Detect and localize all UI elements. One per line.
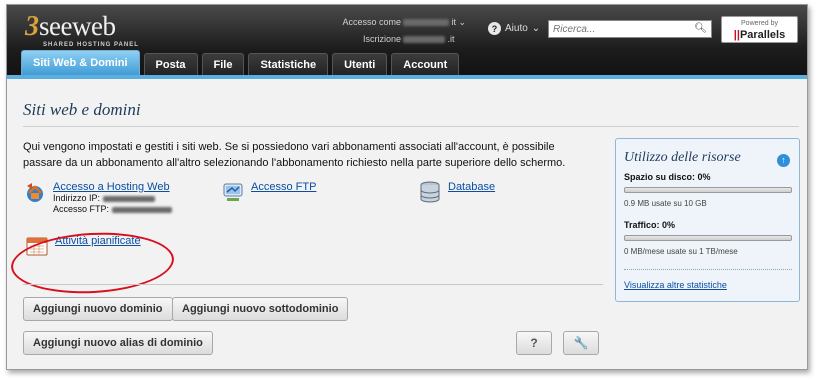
account-values: it ⌄ .it: [403, 14, 466, 48]
account-value-suffix: it: [451, 17, 457, 27]
registration-value-suffix: .it: [447, 34, 455, 44]
registration-label: Iscrizione: [362, 34, 401, 44]
help-icon: ?: [488, 22, 501, 35]
application-window: 3seeweb SHARED HOSTING PANEL Accesso com…: [6, 4, 808, 370]
traffic-label: Traffico: 0%: [624, 220, 676, 230]
disk-space-label: Spazio su disco: 0%: [624, 172, 711, 182]
database-icon: [420, 181, 440, 203]
disk-usage-text: 0.9 MB usate su 10 GB: [624, 199, 707, 208]
ftp-access-link[interactable]: Accesso FTP: [251, 181, 316, 203]
traffic-usage-text: 0 MB/mese usate su 1 TB/mese: [624, 247, 738, 256]
parallels-logo: ||Parallels: [733, 29, 786, 41]
search-icon[interactable]: 🔍︎: [694, 23, 707, 34]
info-icon[interactable]: ↑: [777, 154, 790, 167]
database-item: Database: [418, 181, 495, 203]
help-button[interactable]: ?: [516, 331, 552, 355]
tab-account[interactable]: Account: [391, 53, 460, 76]
search-box: 🔍︎: [548, 20, 712, 38]
add-subdomain-button[interactable]: Aggiungi nuovo sottodominio: [172, 297, 349, 321]
resource-divider: [624, 269, 792, 270]
logo-mark: 3: [25, 11, 39, 42]
parallels-label: Parallels: [739, 29, 786, 41]
tools-button[interactable]: 🔧: [563, 331, 599, 355]
tab-mail[interactable]: Posta: [143, 53, 198, 76]
hosting-access-link[interactable]: Accesso a Hosting Web: [53, 181, 172, 193]
ftp-access-item: Accesso FTP: [221, 181, 316, 203]
add-domain-button[interactable]: Aggiungi nuovo dominio: [23, 297, 173, 321]
tab-websites-domains[interactable]: Siti Web & Domini: [21, 50, 140, 76]
database-link[interactable]: Database: [448, 181, 495, 203]
title-divider: [23, 126, 799, 127]
more-statistics-link[interactable]: Visualizza altre statistiche: [624, 280, 727, 290]
page-title: Siti web e domini: [23, 100, 141, 119]
wrench-icon: 🔧: [573, 336, 589, 350]
chevron-down-icon: ⌄: [531, 23, 541, 34]
powered-by-label: Powered by: [741, 20, 778, 27]
intro-text: Qui vengono impostati e gestiti i siti w…: [23, 141, 566, 169]
globe-house-icon: [27, 183, 43, 202]
parallels-badge[interactable]: Powered by ||Parallels: [721, 16, 798, 43]
add-domain-alias-button[interactable]: Aggiungi nuovo alias di dominio: [23, 331, 213, 355]
account-switcher[interactable]: it ⌄: [403, 14, 466, 31]
disk-usage-bar: [624, 187, 792, 193]
account-label: Accesso come: [342, 17, 401, 27]
ip-address-row: Indirizzo IP:: [53, 193, 172, 204]
resource-usage-panel: Utilizzo delle risorse ↑ Spazio su disco…: [615, 138, 800, 302]
account-labels: Accesso come Iscrizione: [321, 14, 401, 48]
search-input[interactable]: [549, 21, 697, 37]
hosting-access-item: Accesso a Hosting Web Indirizzo IP: Acce…: [23, 181, 172, 215]
help-menu[interactable]: ? Aiuto ⌄: [488, 22, 540, 35]
ip-address-label: Indirizzo IP:: [53, 193, 101, 203]
tab-files[interactable]: File: [201, 53, 245, 76]
ftp-server-icon: [223, 183, 243, 201]
registration-value: .it: [403, 31, 466, 48]
logo-subtitle: SHARED HOSTING PANEL: [43, 42, 139, 48]
logo-word: seeweb: [39, 11, 116, 41]
header-bar: 3seeweb SHARED HOSTING PANEL Accesso com…: [7, 5, 807, 79]
ftp-access-label: Accesso FTP:: [53, 204, 110, 214]
chevron-down-icon: ⌄: [458, 17, 467, 27]
tab-underline: [7, 75, 807, 79]
ftp-access-row: Accesso FTP:: [53, 204, 172, 215]
help-label: Aiuto: [505, 23, 528, 34]
traffic-usage-bar: [624, 235, 792, 241]
tab-users[interactable]: Utenti: [332, 53, 388, 76]
resource-usage-title: Utilizzo delle risorse: [624, 150, 741, 165]
main-tabs: Siti Web & Domini Posta File Statistiche…: [21, 50, 460, 76]
seeweb-logo[interactable]: 3seeweb SHARED HOSTING PANEL: [25, 11, 138, 48]
actions-divider: [23, 284, 603, 285]
tab-statistics[interactable]: Statistiche: [248, 53, 329, 76]
